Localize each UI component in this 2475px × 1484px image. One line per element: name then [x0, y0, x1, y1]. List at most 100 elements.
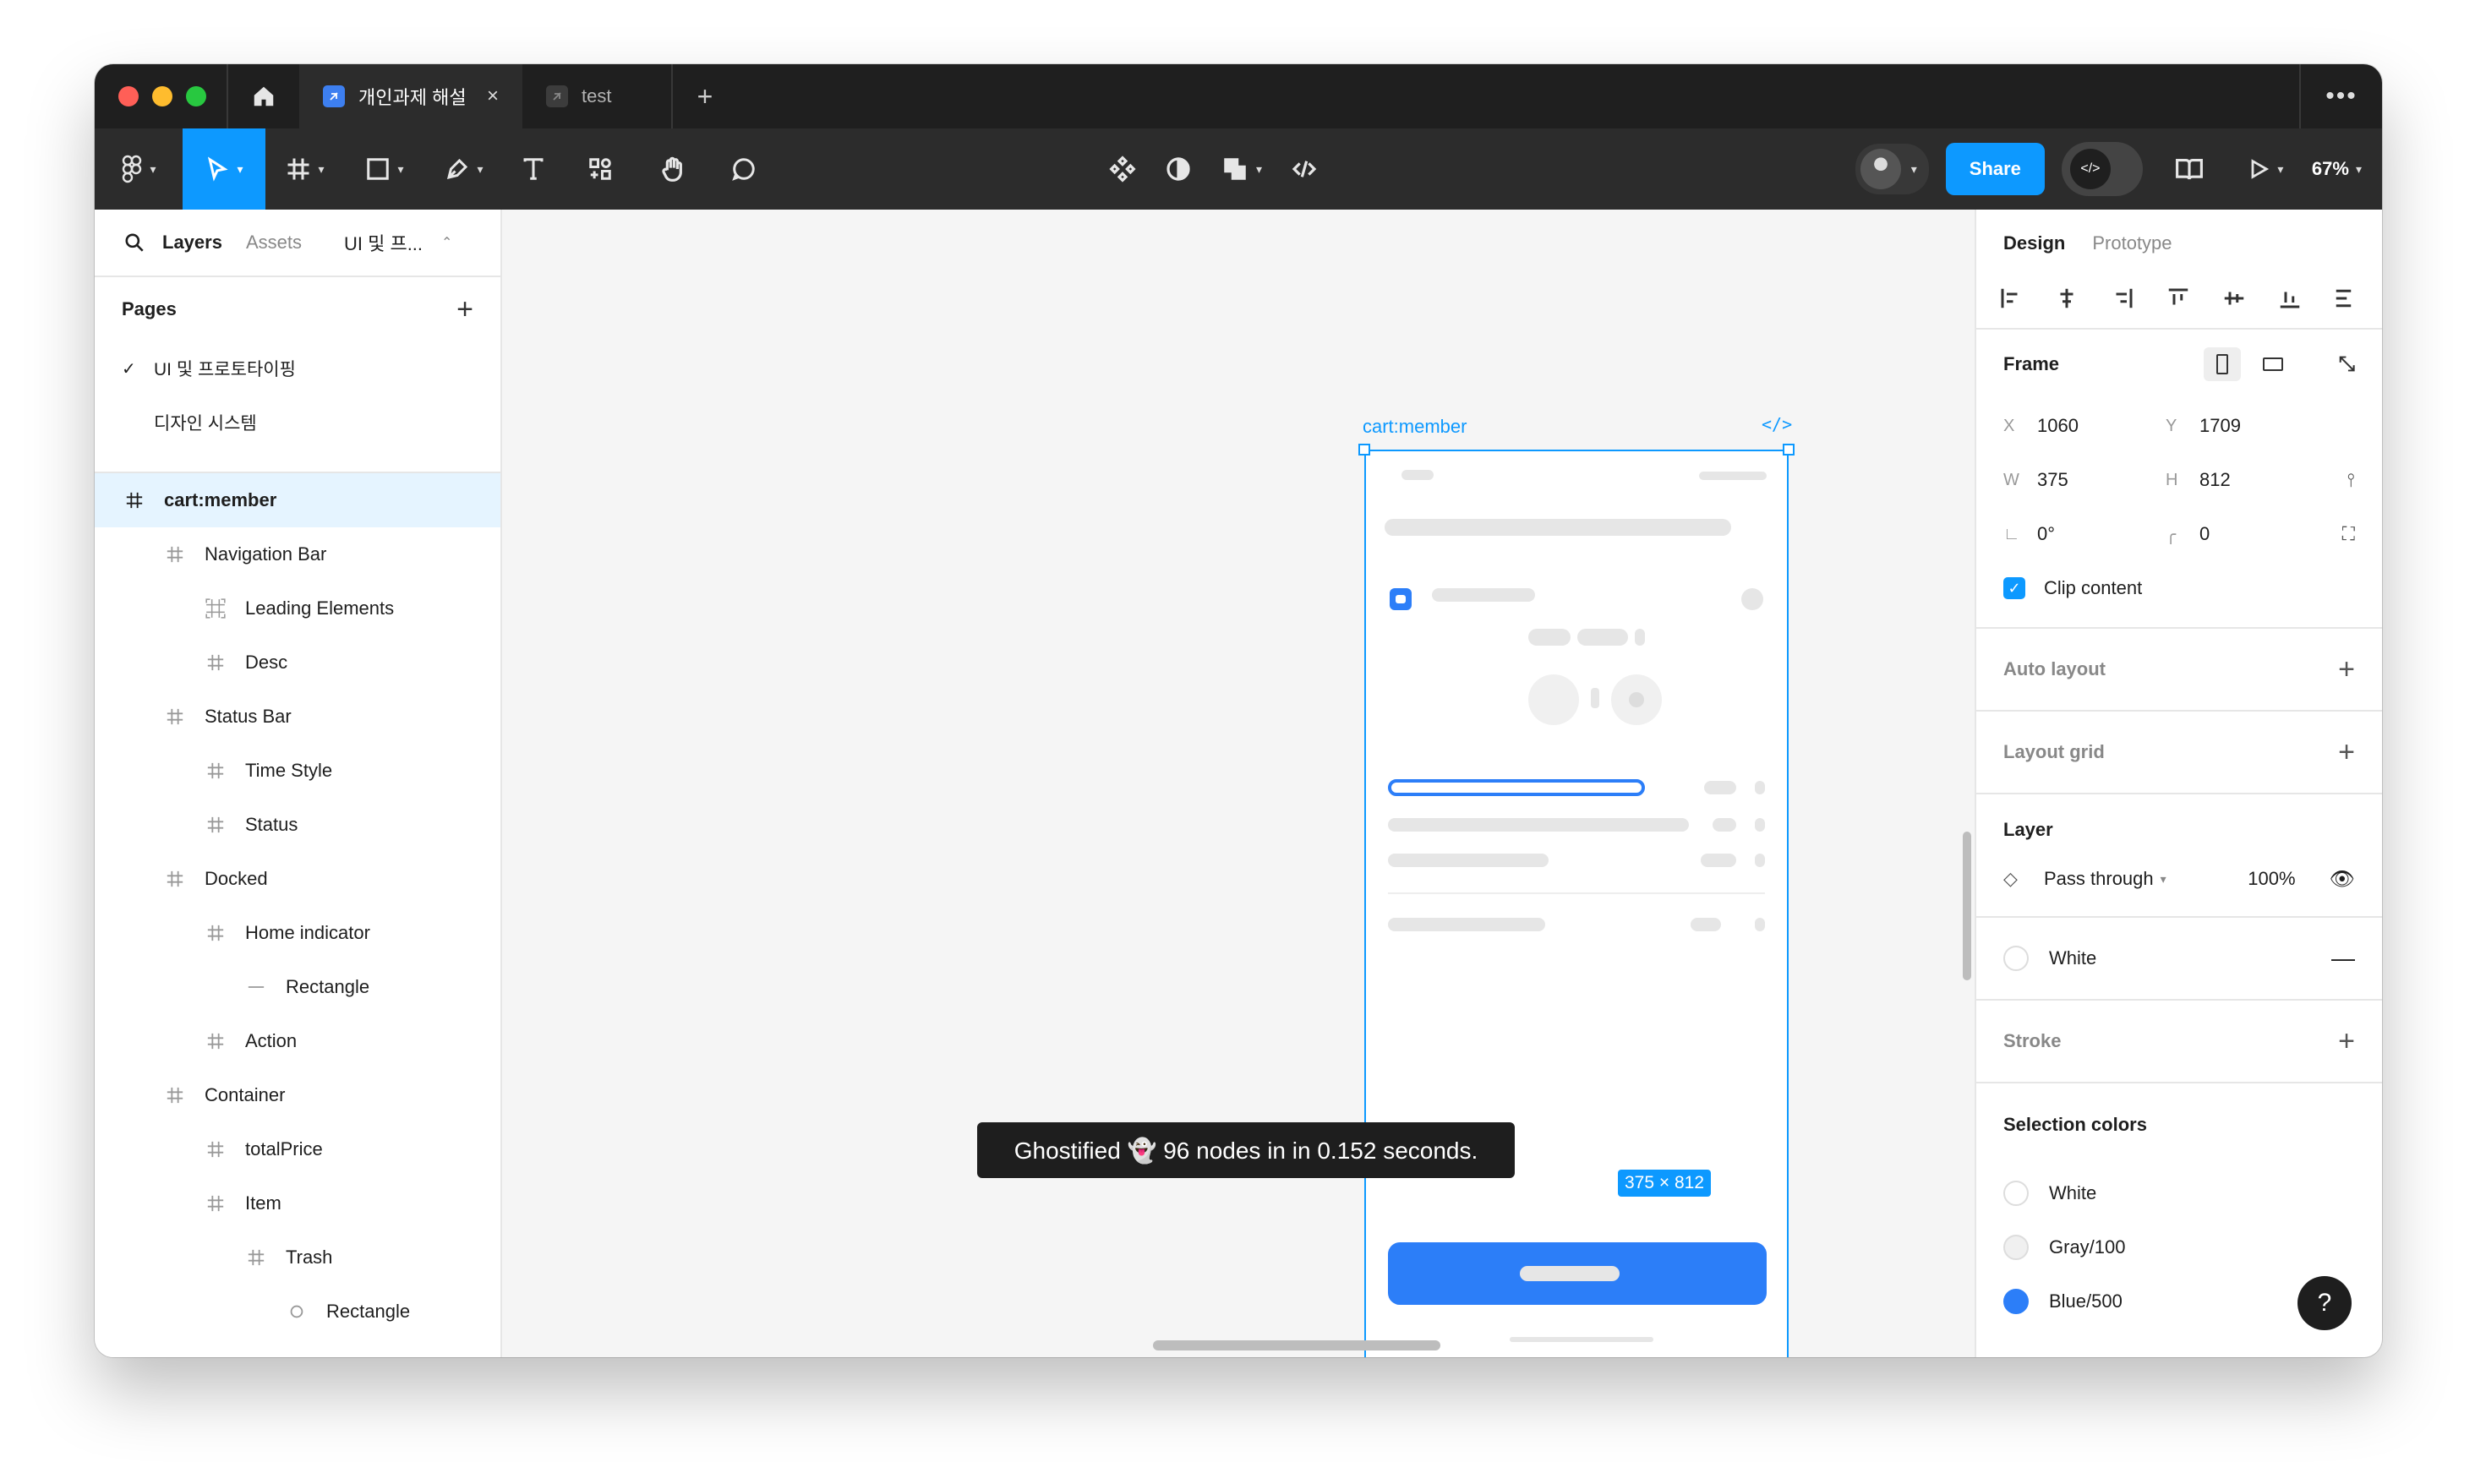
canvas[interactable]: cart:member </> 375 × 812 Ghostified 👻 9…	[502, 210, 1975, 1357]
close-tab-icon[interactable]: ×	[487, 85, 499, 108]
tab-design[interactable]: Design	[2003, 232, 2065, 254]
y-input[interactable]: 1709	[2199, 415, 2326, 437]
code-icon[interactable]: </>	[1762, 414, 1792, 434]
resize-handle[interactable]	[1358, 444, 1370, 456]
present-button[interactable]: ▾	[2236, 128, 2295, 210]
width-input[interactable]: 375	[2037, 469, 2164, 491]
layer-item[interactable]: Time Style	[95, 744, 500, 798]
layer-item[interactable]: Action	[95, 1014, 500, 1068]
chevron-up-icon[interactable]: ⌃	[441, 234, 452, 251]
vertical-scrollbar[interactable]	[1963, 832, 1971, 980]
resources-tool[interactable]	[563, 128, 637, 210]
page-item[interactable]: 디자인 시스템	[95, 396, 500, 450]
layer-item[interactable]: Leading Elements	[95, 581, 500, 636]
frame-cart-member[interactable]	[1358, 444, 1795, 1357]
minimize-window-button[interactable]	[152, 86, 172, 106]
close-window-button[interactable]	[118, 86, 139, 106]
blend-mode-dropdown[interactable]: Pass through	[2044, 868, 2154, 890]
layer-item[interactable]: Status Bar	[95, 690, 500, 744]
color-swatch[interactable]	[2003, 1235, 2029, 1260]
color-swatch[interactable]	[2003, 1289, 2029, 1314]
clip-content-row[interactable]: ✓ Clip content	[2003, 561, 2355, 615]
fill-label[interactable]: White	[2049, 947, 2096, 969]
align-right-icon[interactable]	[2110, 286, 2135, 311]
layer-item[interactable]: Docked	[95, 852, 500, 906]
boolean-ops-button[interactable]: ▾	[1221, 128, 1262, 210]
add-layout-grid-icon[interactable]: +	[2338, 736, 2355, 769]
add-stroke-icon[interactable]: +	[2338, 1025, 2355, 1058]
tab-prototype[interactable]: Prototype	[2092, 232, 2172, 254]
distribute-icon[interactable]	[2333, 286, 2358, 311]
home-button[interactable]	[228, 64, 299, 128]
align-bottom-icon[interactable]	[2277, 286, 2303, 311]
tab-assets[interactable]: Assets	[246, 232, 302, 254]
layer-item[interactable]: Trash	[95, 1230, 500, 1285]
horizontal-scrollbar[interactable]	[1153, 1340, 1440, 1350]
opacity-input[interactable]: 100%	[2248, 868, 2295, 890]
tab-test[interactable]: test	[522, 64, 671, 128]
page-item[interactable]: ✓ UI 및 프로토타이핑	[95, 341, 500, 396]
selection-color-item[interactable]: White	[2003, 1166, 2355, 1220]
layer-item[interactable]: Home indicator	[95, 906, 500, 960]
pen-tool[interactable]: ▾	[424, 128, 504, 210]
layer-item[interactable]: Desc	[95, 636, 500, 690]
layer-item[interactable]: Rectangle	[95, 1285, 500, 1339]
selection-color-item[interactable]: Gray/100	[2003, 1220, 2355, 1274]
fill-swatch[interactable]	[2003, 946, 2029, 971]
align-left-icon[interactable]	[1998, 286, 2024, 311]
move-tool[interactable]: ▾	[183, 128, 265, 210]
more-options-button[interactable]: •••	[2299, 64, 2382, 128]
layout-grid-header[interactable]: Layout grid +	[2003, 712, 2355, 793]
align-vertical-center-icon[interactable]	[2221, 286, 2247, 311]
layer-item[interactable]: Item	[95, 1176, 500, 1230]
search-icon[interactable]	[123, 232, 145, 254]
color-swatch[interactable]	[2003, 1181, 2029, 1206]
layer-item[interactable]: cart:member	[95, 473, 500, 527]
chevron-down-icon[interactable]: ▾	[2161, 872, 2166, 887]
auto-layout-header[interactable]: Auto layout +	[2003, 629, 2355, 710]
contrast-button[interactable]	[1165, 128, 1192, 210]
dev-mode-toggle[interactable]: </>	[2061, 142, 2143, 196]
eye-icon[interactable]: 👁	[2330, 867, 2355, 892]
main-menu-button[interactable]: ▾	[95, 128, 183, 210]
create-component-button[interactable]	[1109, 128, 1136, 210]
comment-tool[interactable]	[708, 128, 779, 210]
rotation-input[interactable]: 0°	[2037, 523, 2164, 545]
text-tool[interactable]	[504, 128, 563, 210]
layer-item[interactable]: Rectangle	[95, 960, 500, 1014]
shape-tool[interactable]: ▾	[345, 128, 424, 210]
new-tab-button[interactable]: +	[673, 64, 737, 128]
layer-item[interactable]: Status	[95, 798, 500, 852]
resize-to-fit-icon[interactable]: ⤡	[2339, 352, 2355, 376]
constrain-proportions-icon[interactable]: ⫯	[2347, 469, 2355, 491]
library-button[interactable]	[2160, 128, 2219, 210]
multiplayer-avatar-button[interactable]: ▾	[1855, 144, 1929, 194]
x-input[interactable]: 1060	[2037, 415, 2164, 437]
layer-item[interactable]: totalPrice	[95, 1122, 500, 1176]
independent-corners-icon[interactable]: ⛶	[2342, 523, 2355, 545]
height-input[interactable]: 812	[2199, 469, 2326, 491]
align-horizontal-center-icon[interactable]	[2054, 286, 2079, 311]
add-auto-layout-icon[interactable]: +	[2338, 653, 2355, 686]
share-button[interactable]: Share	[1945, 143, 2045, 195]
layer-item[interactable]: Container	[95, 1068, 500, 1122]
portrait-icon[interactable]	[2203, 347, 2241, 381]
fill-row[interactable]: White —	[2003, 918, 2355, 999]
landscape-icon[interactable]	[2262, 357, 2283, 371]
tab-active-file[interactable]: 개인과제 해설 ×	[299, 64, 522, 128]
tab-layers[interactable]: Layers	[162, 232, 222, 254]
zoom-window-button[interactable]	[186, 86, 206, 106]
frame-title[interactable]: Frame	[2003, 353, 2059, 375]
align-top-icon[interactable]	[2166, 286, 2191, 311]
add-page-button[interactable]: +	[456, 293, 473, 326]
frame-name-label[interactable]: cart:member	[1363, 416, 1467, 438]
dev-code-button[interactable]	[1291, 128, 1318, 210]
checkbox-checked-icon[interactable]: ✓	[2003, 577, 2025, 599]
help-button[interactable]: ?	[2297, 1276, 2352, 1330]
remove-fill-icon[interactable]: —	[2331, 945, 2355, 972]
hand-tool[interactable]	[637, 128, 708, 210]
layer-item[interactable]: Navigation Bar	[95, 527, 500, 581]
page-selector[interactable]: UI 및 프...	[344, 229, 423, 256]
resize-handle[interactable]	[1783, 444, 1795, 456]
corner-radius-input[interactable]: 0	[2199, 523, 2326, 545]
